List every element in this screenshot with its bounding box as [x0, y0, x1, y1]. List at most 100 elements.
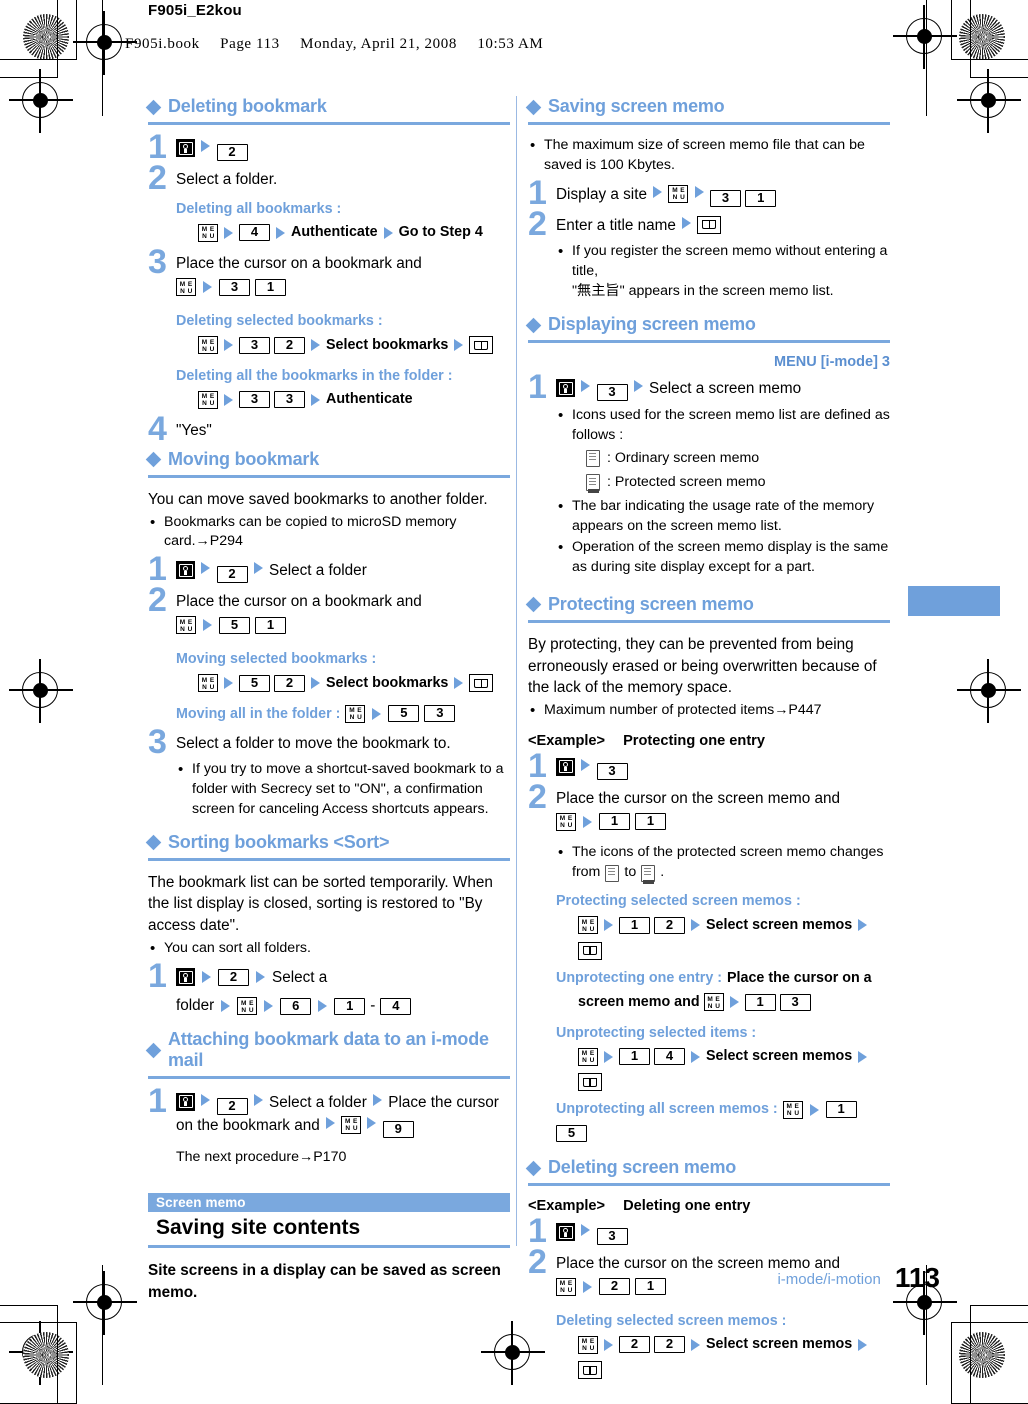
corner-box-top-right-b: [970, 0, 1028, 78]
arrow-right-icon: [454, 339, 464, 352]
menu-key-icon: MENU: [345, 704, 366, 723]
numeric-key: 1: [825, 1101, 857, 1119]
sub-step-text: Authenticate: [326, 391, 413, 408]
step-text: Enter a title name: [556, 216, 676, 234]
registration-mark-right-upper: [957, 69, 1021, 133]
sub-procedure-label: Deleting all bookmarks :: [176, 200, 342, 217]
sub-step-text: Place the cursor on a: [727, 969, 872, 986]
bullet-list: Icons used for the screen memo list are …: [556, 405, 890, 578]
numeric-key: 2: [274, 674, 305, 692]
numeric-key: 1: [619, 1048, 650, 1066]
step-key-row: MENU 5 1: [176, 616, 286, 635]
bullet-list: If you try to move a shortcut-saved book…: [176, 759, 510, 820]
example-row: <Example> Deleting one entry: [528, 1198, 890, 1214]
icon-definition-row: : Ordinary screen memo: [586, 448, 890, 469]
band-rule: [148, 1245, 510, 1249]
numeric-key: 3: [274, 391, 305, 409]
numeric-key: 3: [239, 336, 270, 354]
step-text: Place the cursor on a bookmark and: [176, 255, 422, 273]
sub-procedure-label: Deleting selected bookmarks :: [176, 312, 383, 329]
numeric-key: 2: [274, 336, 305, 354]
step-content: Select a folder to move the bookmark to.…: [176, 731, 510, 821]
arrow-right-icon: [253, 562, 263, 575]
numeric-key: 3: [709, 189, 741, 207]
registration-mark-top-right: [893, 5, 957, 69]
section-intro: The bookmark list can be sorted temporar…: [148, 873, 493, 935]
step-row: 2 Place the cursor on the screen memo an…: [528, 780, 890, 1143]
step-row: 1 3: [528, 1214, 890, 1248]
footer-section-label: i-mode/i-motion: [777, 1271, 881, 1288]
list-item-text: If you register the screen memo without …: [572, 243, 888, 280]
numeric-key: 2: [216, 566, 248, 584]
confirm-book-key-icon: [578, 1361, 602, 1380]
menu-key-icon: MENU: [198, 674, 218, 692]
numeric-key: 3: [219, 278, 250, 296]
heading-rule: [148, 857, 510, 861]
bullet-list: The icons of the protected screen memo c…: [556, 842, 890, 884]
menu-key-icon: MENU: [198, 390, 218, 409]
sub-procedure-label: Deleting all the bookmarks in the folder…: [176, 367, 453, 384]
sub-procedure-row: Unprotecting one entry : Place the curso…: [556, 968, 890, 989]
imode-key-icon: [176, 1092, 195, 1111]
step-key-row: MENU 1 1: [556, 812, 666, 831]
registration-mark-top-mid: [9, 69, 73, 133]
arrow-right-icon: [372, 707, 382, 720]
step-number: 4: [148, 410, 167, 449]
step-number: 1: [528, 173, 547, 212]
heading-rule: [528, 1183, 890, 1187]
menu-key-icon: MENU: [703, 993, 724, 1012]
section-heading: Sorting bookmarks <Sort>: [145, 832, 510, 853]
section-heading-label: Saving screen memo: [548, 96, 725, 116]
arrow-right-icon: [221, 1000, 231, 1013]
numeric-key: 6: [280, 997, 312, 1015]
numeric-key: 3: [424, 705, 456, 723]
step-text: Select a folder: [269, 1093, 367, 1111]
step-row: 4 "Yes": [148, 410, 510, 449]
imode-key-icon: [176, 561, 195, 580]
step-text: folder: [176, 997, 215, 1015]
step-content: 3: [556, 755, 890, 780]
list-item-text: from: [572, 864, 601, 881]
step-text: Select a folder to move the bookmark to.: [176, 735, 451, 753]
diamond-bullet-icon: [145, 1042, 162, 1059]
print-header-line: F905i.book Page 113 Monday, April 21, 20…: [125, 36, 559, 53]
manual-page: F905i_E2kou F905i.book Page 113 Monday, …: [0, 0, 1028, 1404]
step-row: 1 Display a site MENU 3 1: [528, 173, 890, 212]
list-item: Bookmarks can be copied to microSD memor…: [148, 512, 510, 553]
arrow-right-icon: [809, 1103, 819, 1116]
sub-procedure-label: Deleting selected screen memos :: [556, 1312, 787, 1329]
arrow-right-icon: [325, 1116, 335, 1129]
arrow-right-icon: [691, 1338, 700, 1351]
list-item: Operation of the screen memo display is …: [556, 537, 890, 578]
bullet-list: Maximum number of protected items→P447: [528, 700, 890, 721]
step-content: Select a folder. Deleting all bookmarks …: [176, 167, 510, 245]
step-number: 2: [148, 159, 167, 197]
step-content: Enter a title name If you register the s…: [556, 213, 890, 304]
numeric-key: 2: [619, 1336, 650, 1354]
range-dash: -: [370, 997, 376, 1015]
corner-box-bottom-left-b: [0, 1305, 58, 1404]
menu-key-icon: MENU: [782, 1100, 803, 1119]
step-text: Display a site: [556, 185, 647, 203]
section-heading-label: Deleting screen memo: [548, 1157, 737, 1178]
arrow-right-icon: [691, 1050, 700, 1063]
step-row: 1 3: [528, 749, 890, 783]
screen-memo-protected-icon: [641, 864, 656, 884]
step-text: Select a folder: [269, 562, 367, 580]
numeric-key: 3: [239, 391, 270, 409]
corner-box-top-left-b: [0, 0, 58, 78]
step-number: 1: [148, 956, 167, 995]
list-item: The icons of the protected screen memo c…: [556, 842, 890, 884]
step-row: 1 3 Select a screen memo Icons used for …: [528, 370, 890, 580]
arrow-right-icon: [604, 1338, 613, 1351]
confirm-book-key-icon: [697, 215, 722, 234]
numeric-key: 2: [216, 144, 248, 161]
arrow-right-icon: [201, 140, 211, 152]
step-content: Display a site MENU 3 1: [556, 182, 890, 207]
screen-memo-protected-icon: [586, 474, 600, 494]
arrow-right-icon: [653, 185, 663, 198]
step-row: 2 Place the cursor on a bookmark and MEN…: [148, 584, 510, 725]
step-content: 2 Select a folder MENU 6 1 - 4: [176, 965, 510, 1017]
diamond-bullet-icon: [525, 99, 542, 115]
column-divider: [516, 96, 517, 1246]
